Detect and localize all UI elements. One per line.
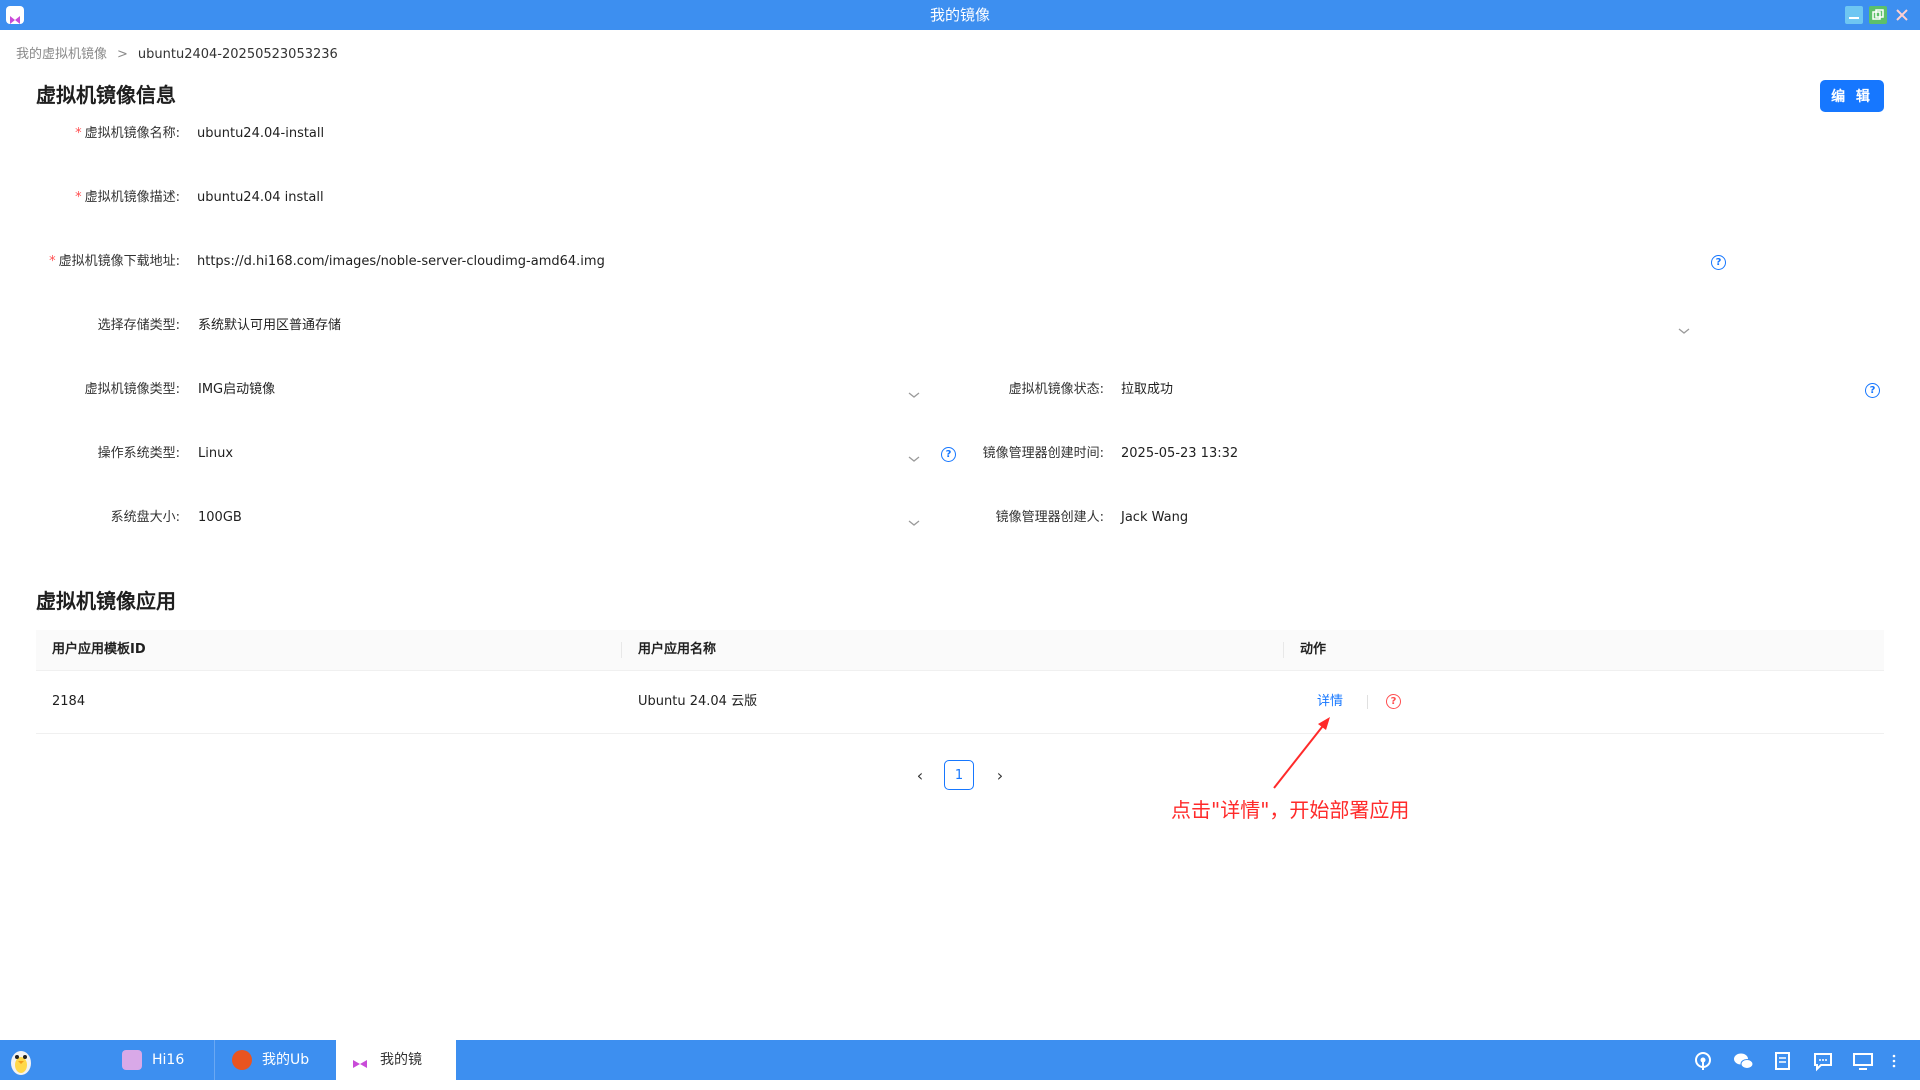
taskbar-item-label: 我的Ub: [262, 1052, 310, 1068]
table-row: 2184 Ubuntu 24.04 云版 详情 ?: [36, 671, 1884, 734]
maximize-button[interactable]: [1869, 6, 1887, 24]
image-app-icon: [350, 1050, 370, 1070]
hi16-app-icon: [122, 1050, 142, 1070]
cell-app-name: Ubuntu 24.04 云版: [638, 694, 758, 709]
breadcrumb-current: ubuntu2404-20250523053236: [137, 47, 338, 62]
wechat-icon[interactable]: [1732, 1050, 1754, 1072]
field-url-label-wrap: * 虚拟机镜像下载地址:: [0, 252, 180, 272]
podcast-icon[interactable]: [1692, 1050, 1714, 1072]
field-status-label: 虚拟机镜像状态:: [1008, 382, 1104, 397]
taskbar-item-images[interactable]: 我的镜: [336, 1040, 456, 1080]
pagination-prev-button[interactable]: ‹: [910, 766, 930, 786]
field-os-label-wrap: 操作系统类型:: [0, 444, 180, 464]
field-creator-label-wrap: 镜像管理器创建人:: [920, 508, 1104, 528]
more-icon[interactable]: [1888, 1050, 1900, 1072]
required-mark: *: [75, 190, 82, 205]
taskbar: Hi16 我的Ub 我的镜: [0, 1040, 1920, 1080]
field-storage-select[interactable]: 系统默认可用区普通存储: [198, 316, 341, 336]
table-header: 用户应用模板ID 用户应用名称 动作: [36, 630, 1884, 671]
start-button[interactable]: [4, 1044, 38, 1078]
column-header-template-id: 用户应用模板ID: [52, 642, 146, 657]
cell-template-id: 2184: [52, 694, 86, 709]
field-created-label-wrap: 镜像管理器创建时间:: [920, 444, 1104, 464]
chevron-down-icon[interactable]: [907, 385, 921, 398]
field-description-value: ubuntu24.04 install: [197, 190, 324, 205]
field-os-select[interactable]: Linux: [198, 444, 233, 464]
taskbar-item-label: 我的镜: [380, 1052, 422, 1068]
field-description-label-wrap: * 虚拟机镜像描述:: [0, 188, 180, 208]
chevron-down-icon[interactable]: [907, 513, 921, 526]
minimize-button[interactable]: [1845, 6, 1863, 24]
field-created-value: 2025-05-23 13:32: [1121, 446, 1239, 461]
apps-section-title: 虚拟机镜像应用: [36, 589, 176, 613]
field-creator-value: Jack Wang: [1121, 510, 1189, 525]
taskbar-item-label: Hi16: [152, 1052, 185, 1068]
status-help-icon[interactable]: ?: [1865, 383, 1880, 398]
field-name-value: ubuntu24.04-install: [197, 126, 325, 141]
annotation-arrow: [1273, 717, 1330, 789]
field-storage-label: 选择存储类型:: [97, 318, 180, 333]
field-disk-label: 系统盘大小:: [110, 510, 180, 525]
field-disk-label-wrap: 系统盘大小:: [0, 508, 180, 528]
edit-button[interactable]: 编 辑: [1820, 80, 1884, 112]
field-url-value: https://d.hi168.com/images/noble-server-…: [197, 254, 605, 269]
column-header-action: 动作: [1300, 642, 1327, 657]
breadcrumb-separator: >: [117, 47, 128, 62]
field-disk-select[interactable]: 100GB: [198, 508, 242, 528]
field-imagetype-label: 虚拟机镜像类型:: [84, 382, 180, 397]
url-help-icon[interactable]: ?: [1711, 255, 1726, 270]
ubuntu-icon: [232, 1050, 252, 1070]
field-storage-label-wrap: 选择存储类型:: [0, 316, 180, 336]
required-mark: *: [49, 254, 56, 269]
notes-icon[interactable]: [1772, 1050, 1794, 1072]
field-url-label: 虚拟机镜像下载地址:: [58, 254, 180, 269]
taskbar-divider: [214, 1040, 215, 1080]
field-name-label: 虚拟机镜像名称:: [84, 126, 180, 141]
field-description-label: 虚拟机镜像描述:: [84, 190, 180, 205]
window-title: 我的镜像: [929, 6, 990, 24]
breadcrumb-parent-link[interactable]: 我的虚拟机镜像: [16, 47, 107, 62]
field-imagetype-label-wrap: 虚拟机镜像类型:: [0, 380, 180, 400]
field-status-label-wrap: 虚拟机镜像状态:: [920, 380, 1104, 400]
window-titlebar: 我的镜像: [0, 0, 1920, 30]
action-divider: [1367, 695, 1368, 709]
breadcrumb: 我的虚拟机镜像 > ubuntu2404-20250523053236: [16, 46, 338, 64]
taskbar-item-ubuntu[interactable]: 我的Ub: [218, 1040, 332, 1080]
info-section-title: 虚拟机镜像信息: [36, 83, 176, 107]
field-os-label: 操作系统类型:: [97, 446, 180, 461]
field-imagetype-select[interactable]: IMG启动镜像: [198, 380, 275, 400]
pagination-next-button[interactable]: ›: [990, 766, 1010, 786]
chevron-down-icon[interactable]: [907, 449, 921, 462]
display-icon[interactable]: [1852, 1050, 1874, 1072]
annotation-text: 点击"详情"，开始部署应用: [1171, 798, 1410, 822]
field-creator-label: 镜像管理器创建人:: [995, 510, 1104, 525]
close-button[interactable]: [1893, 6, 1911, 24]
field-created-label: 镜像管理器创建时间:: [982, 446, 1104, 461]
chat-icon[interactable]: [1812, 1050, 1834, 1072]
column-header-app-name: 用户应用名称: [638, 642, 717, 657]
column-divider: [621, 642, 622, 658]
taskbar-item-hi16[interactable]: Hi16: [108, 1040, 214, 1080]
chevron-down-icon[interactable]: [1677, 321, 1691, 334]
pagination-page-1[interactable]: 1: [944, 760, 974, 790]
action-help-icon[interactable]: ?: [1386, 694, 1401, 709]
field-name-label-wrap: * 虚拟机镜像名称:: [0, 124, 180, 144]
field-status-value: 拉取成功: [1121, 382, 1174, 397]
required-mark: *: [75, 126, 82, 141]
column-divider: [1283, 642, 1284, 658]
